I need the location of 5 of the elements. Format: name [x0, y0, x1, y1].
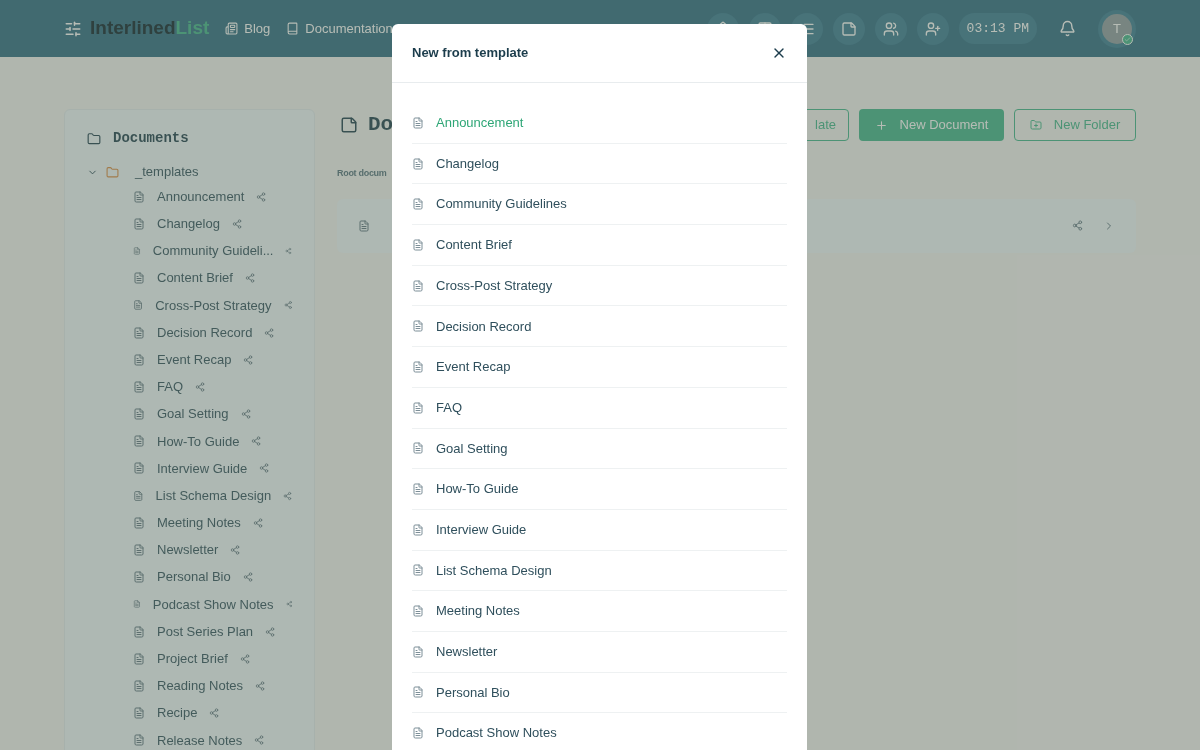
dialog-title: New from template — [412, 44, 529, 63]
clock-time: 03:13 PM — [958, 12, 1037, 45]
breadcrumb: Root docum — [337, 167, 388, 180]
page-title: Do — [368, 112, 394, 139]
sidebar-title: Documents — [113, 129, 189, 148]
